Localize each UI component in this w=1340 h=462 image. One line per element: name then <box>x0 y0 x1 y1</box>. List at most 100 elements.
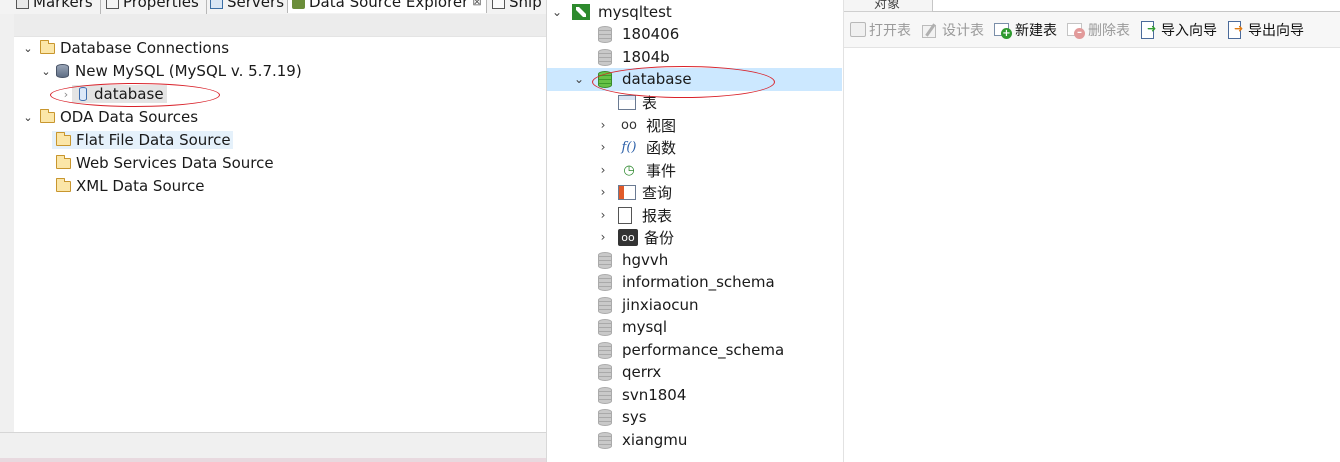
tree-item-db-1804b[interactable]: 1804b <box>598 46 670 68</box>
new-table-icon <box>994 21 1012 39</box>
database-label: xiangmu <box>622 431 688 449</box>
tree-item-db-information-schema[interactable]: information_schema <box>598 271 775 293</box>
import-wizard-button[interactable]: 导入向导 <box>1140 20 1217 40</box>
button-label: 设计表 <box>942 22 984 39</box>
servers-icon <box>210 0 223 9</box>
mysql-connection-icon <box>572 4 590 20</box>
tree-item-functions[interactable]: › f() 函数 <box>596 136 676 158</box>
tree-item-database-connections[interactable]: ⌄ Database Connections <box>22 37 229 59</box>
navicat-object-pane: 对象 打开表 设计表 新建表 删除表 导入向导 导出向导 <box>843 0 1340 462</box>
new-table-button[interactable]: 新建表 <box>994 20 1057 40</box>
chevron-right-icon[interactable]: › <box>596 118 610 132</box>
chevron-down-icon[interactable]: ⌄ <box>22 111 34 124</box>
folder-icon <box>55 131 71 146</box>
chevron-right-icon[interactable]: › <box>596 140 610 154</box>
chevron-right-icon[interactable]: › <box>596 208 610 222</box>
tab-servers-label: Servers <box>227 0 285 11</box>
tree-item-oda-data-sources[interactable]: ⌄ ODA Data Sources <box>22 106 198 128</box>
tree-item-db-mysql[interactable]: mysql <box>598 316 667 338</box>
database-icon <box>598 431 612 449</box>
tab-properties[interactable]: Properties <box>106 0 199 13</box>
tree-item-db-sys[interactable]: sys <box>598 406 647 428</box>
design-table-button[interactable]: 设计表 <box>921 20 984 40</box>
database-label: 1804b <box>622 48 670 66</box>
tree-item-reports[interactable]: › 报表 <box>596 204 672 226</box>
tree-item-flat-file[interactable]: Flat File Data Source <box>52 129 233 151</box>
close-icon[interactable]: ⊠ <box>472 0 481 12</box>
object-tab-bar: 对象 <box>844 0 1340 12</box>
export-wizard-button[interactable]: 导出向导 <box>1227 20 1304 40</box>
tree-item-label: Flat File Data Source <box>76 131 231 149</box>
tab-markers-label: Markers <box>33 0 93 11</box>
button-label: 删除表 <box>1088 22 1130 39</box>
tree-item-db-180406[interactable]: 180406 <box>598 23 679 45</box>
chevron-down-icon[interactable]: ⌄ <box>40 65 52 78</box>
tree-item-xml[interactable]: XML Data Source <box>52 175 204 197</box>
export-icon <box>1227 20 1245 39</box>
tree-item-db-xiangmu[interactable]: xiangmu <box>598 429 687 451</box>
folder-icon <box>55 177 71 192</box>
tab-data-source-explorer-label: Data Source Explorer <box>309 0 469 11</box>
tab-snippets-label: Snip <box>509 0 542 11</box>
view-icon: oo <box>621 117 637 133</box>
node-label: 备份 <box>644 228 675 247</box>
table-icon <box>618 94 636 110</box>
tab-markers[interactable]: Markers <box>16 0 93 13</box>
view-tab-bar: Markers Properties Servers Data Source E… <box>0 0 546 14</box>
chevron-right-icon[interactable]: › <box>596 185 610 199</box>
button-label: 导入向导 <box>1161 22 1217 39</box>
chevron-right-icon[interactable]: › <box>596 230 610 244</box>
tree-item-events[interactable]: › ◷ 事件 <box>596 159 676 181</box>
eclipse-data-source-explorer: Markers Properties Servers Data Source E… <box>0 0 546 462</box>
delete-table-button[interactable]: 删除表 <box>1067 20 1130 40</box>
database-icon <box>598 363 612 381</box>
tree-item-db-svn1804[interactable]: svn1804 <box>598 384 686 406</box>
tree-item-db-performance-schema[interactable]: performance_schema <box>598 339 784 361</box>
node-label: 报表 <box>642 206 673 225</box>
tree-item-label: Web Services Data Source <box>76 154 274 172</box>
open-table-icon <box>850 22 866 37</box>
node-label: 函数 <box>646 138 677 157</box>
chevron-down-icon[interactable]: ⌄ <box>22 42 34 55</box>
tree-item-db-jinxiaocun[interactable]: jinxiaocun <box>598 294 699 316</box>
function-icon: f() <box>621 139 637 155</box>
tab-data-source-explorer[interactable]: Data Source Explorer ⊠ <box>287 0 487 13</box>
tab-properties-label: Properties <box>123 0 199 11</box>
database-icon <box>598 318 612 336</box>
folder-icon <box>39 108 55 123</box>
tree-item-backups[interactable]: › oo 备份 <box>596 226 674 248</box>
tab-snippets[interactable]: Snip <box>492 0 542 13</box>
tab-separator <box>206 0 207 14</box>
tree-item-db-hgvvh[interactable]: hgvvh <box>598 249 668 271</box>
annotation-oval <box>50 83 220 107</box>
tree-item-views[interactable]: › oo 视图 <box>596 114 676 136</box>
object-toolbar: 打开表 设计表 新建表 删除表 导入向导 导出向导 <box>844 12 1340 48</box>
node-label: 视图 <box>646 116 677 135</box>
database-label: hgvvh <box>622 251 669 269</box>
object-filter-box[interactable] <box>932 0 1340 12</box>
tree-item-connection[interactable]: ⌄ mysqltest <box>550 1 672 23</box>
chevron-down-icon[interactable]: ⌄ <box>572 72 586 86</box>
connection-label: mysqltest <box>598 3 672 21</box>
open-table-button[interactable]: 打开表 <box>850 20 911 40</box>
tree-item-db-qerrx[interactable]: qerrx <box>598 361 661 383</box>
database-icon <box>598 408 612 426</box>
chevron-down-icon[interactable]: ⌄ <box>550 5 564 19</box>
database-icon <box>598 251 612 269</box>
button-label: 新建表 <box>1015 22 1057 39</box>
chevron-right-icon[interactable]: › <box>596 163 610 177</box>
database-label: sys <box>622 408 647 426</box>
snippets-icon <box>492 0 505 9</box>
tree-item-web-services[interactable]: Web Services Data Source <box>52 152 274 174</box>
data-source-explorer-icon <box>292 0 305 9</box>
database-label: performance_schema <box>622 341 785 359</box>
tree-item-queries[interactable]: › 查询 <box>596 181 672 203</box>
object-tab-label[interactable]: 对象 <box>874 0 900 12</box>
tab-servers[interactable]: Servers <box>210 0 284 13</box>
tree-item-selection: Flat File Data Source <box>52 131 233 149</box>
design-table-icon <box>921 22 939 38</box>
tree-item-new-mysql[interactable]: ⌄ New MySQL (MySQL v. 5.7.19) <box>40 60 301 82</box>
database-icon <box>598 25 612 43</box>
database-icon <box>598 48 612 66</box>
node-label: 事件 <box>646 161 677 180</box>
